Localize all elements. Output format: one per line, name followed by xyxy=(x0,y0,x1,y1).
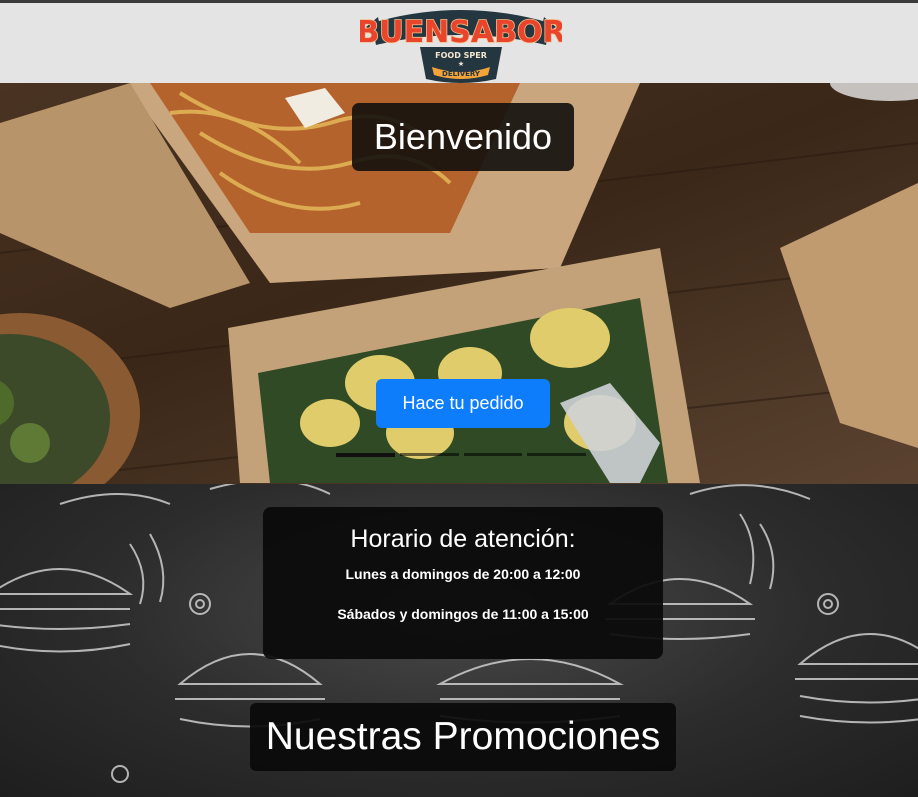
hero-carousel[interactable]: Bienvenido Hace tu pedido xyxy=(0,83,918,484)
carousel-indicator-4[interactable] xyxy=(527,453,586,456)
carousel-indicators xyxy=(336,453,586,457)
buensabor-logo[interactable]: BUENSABOR FOOD SPER ★ DELIVERY xyxy=(360,3,562,83)
carousel-indicator-2[interactable] xyxy=(399,453,459,456)
logo-brand-text: BUENSABOR xyxy=(360,15,562,50)
opening-hours-card: Horario de atención: Lunes a domingos de… xyxy=(263,507,663,659)
carousel-indicator-3[interactable] xyxy=(463,453,523,456)
opening-hours-weekends: Sábados y domingos de 11:00 a 15:00 xyxy=(337,606,589,622)
promotions-heading: Nuestras Promociones xyxy=(250,703,676,771)
site-header: BUENSABOR FOOD SPER ★ DELIVERY xyxy=(0,3,918,83)
logo-ribbon-text: DELIVERY xyxy=(442,70,481,78)
logo-star-icon: ★ xyxy=(458,60,464,68)
logo-tagline: FOOD SPER xyxy=(435,51,487,60)
welcome-heading: Bienvenido xyxy=(352,103,574,171)
info-section: Horario de atención: Lunes a domingos de… xyxy=(0,484,918,797)
carousel-indicator-1[interactable] xyxy=(336,453,395,457)
order-button[interactable]: Hace tu pedido xyxy=(376,379,550,428)
opening-hours-title: Horario de atención: xyxy=(350,525,576,553)
opening-hours-weekdays: Lunes a domingos de 20:00 a 12:00 xyxy=(345,566,581,582)
